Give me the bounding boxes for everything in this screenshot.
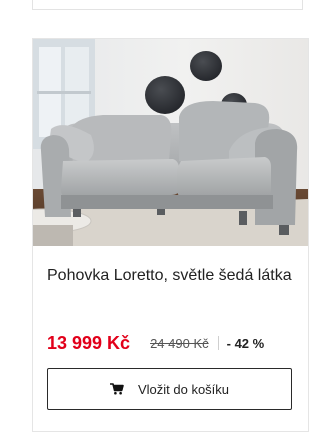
sofa-photo [33,39,308,246]
product-title[interactable]: Pohovka Loretto, světle šedá látka [47,264,297,288]
product-image[interactable] [33,39,308,246]
product-card: Pohovka Loretto, světle šedá látka 13 99… [32,38,309,432]
price-separator [217,336,219,350]
price-row: 13 999 Kč 24 490 Kč - 42 % [47,332,297,354]
discount-badge: - 42 % [226,335,265,351]
original-price: 24 490 Kč [150,335,209,351]
previous-card-edge [32,0,303,10]
shopping-cart-icon [109,383,124,395]
add-to-cart-button[interactable]: Vložit do košíku [47,368,292,410]
add-to-cart-label: Vložit do košíku [137,381,230,397]
current-price: 13 999 Kč [47,332,131,353]
page: Pohovka Loretto, světle šedá látka 13 99… [0,0,335,446]
